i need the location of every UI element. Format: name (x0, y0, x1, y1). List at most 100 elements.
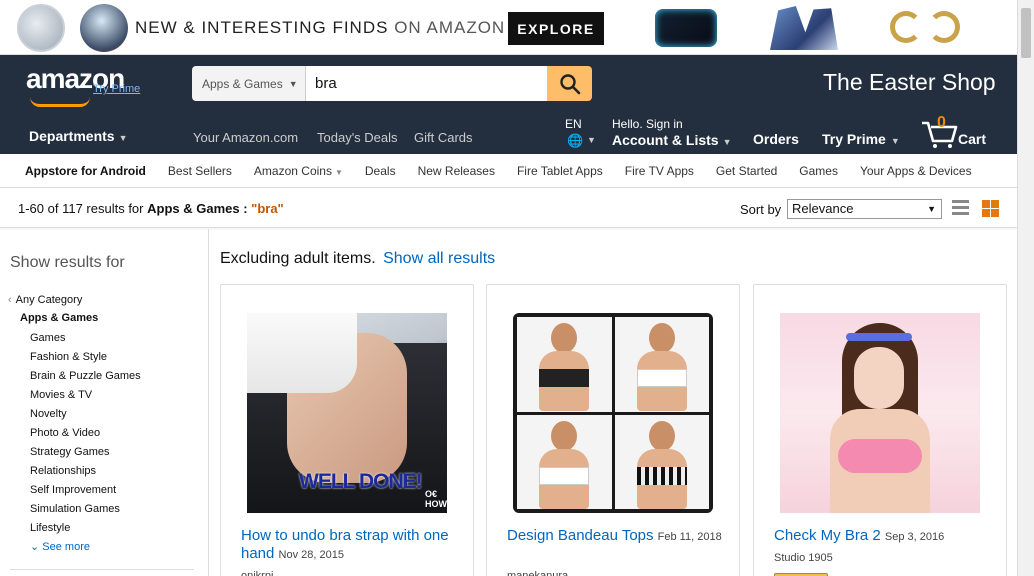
subnav-amazon-coins[interactable]: Amazon Coins ▼ (243, 164, 354, 178)
see-more-link[interactable]: ⌄ See more (30, 540, 90, 553)
shirt-shape (247, 313, 357, 393)
excluding-text: Excluding adult items. (220, 250, 376, 267)
subnav-deals[interactable]: Deals (354, 164, 407, 178)
product-image[interactable] (780, 313, 980, 513)
scrollbar-thumb[interactable] (1021, 8, 1031, 58)
garment-shape (838, 439, 922, 473)
caret-down-icon: ▼ (334, 167, 343, 177)
subcategory-item[interactable]: Simulation Games (30, 502, 141, 521)
sort-value: Relevance (792, 201, 854, 216)
product-image[interactable]: WELL DONE! O€ HOWTO (247, 313, 447, 513)
cart-link[interactable]: 0 Cart (920, 114, 990, 149)
cart-count: 0 (937, 114, 946, 131)
subnav-appstore-android[interactable]: Appstore for Android (0, 164, 157, 178)
product-title-block: Design Bandeau Tops Feb 11, 2018 (507, 527, 731, 546)
current-category: Apps & Games (20, 312, 99, 324)
logo-try-prime-link[interactable]: Try Prime (93, 83, 140, 95)
cart-label: Cart (958, 131, 987, 147)
nav-link-gift-cards[interactable]: Gift Cards (414, 130, 473, 145)
departments-menu[interactable]: Departments ▼ (29, 128, 128, 144)
results-separator: : (239, 201, 252, 216)
product-publisher: manekanura (507, 570, 569, 576)
sign-in-greeting: Hello. Sign in (612, 117, 683, 131)
product-image[interactable] (513, 313, 713, 513)
geode-product-image (770, 6, 838, 50)
subnav-get-started[interactable]: Get Started (705, 164, 788, 178)
sort-select[interactable]: Relevance ▼ (787, 199, 942, 219)
try-prime-menu[interactable]: Try Prime ▼ (822, 131, 900, 147)
product-title-link[interactable]: Check My Bra 2 (774, 527, 881, 544)
subnav-fire-tv-apps[interactable]: Fire TV Apps (614, 164, 705, 178)
subcategory-item[interactable]: Lifestyle (30, 521, 141, 540)
subnav-best-sellers[interactable]: Best Sellers (157, 164, 243, 178)
search-button[interactable] (547, 66, 592, 101)
vertical-scrollbar[interactable] (1017, 0, 1034, 576)
results-range: 1-60 of 117 results for (18, 201, 148, 216)
clock-product-image (17, 4, 65, 52)
subcategory-item[interactable]: Relationships (30, 464, 141, 483)
appstore-subnav: Appstore for Android Best Sellers Amazon… (0, 154, 1017, 188)
chevron-down-icon: ⌄ (30, 541, 43, 553)
product-title-link[interactable]: Design Bandeau Tops (507, 527, 654, 544)
orders-link[interactable]: Orders (753, 131, 799, 147)
hoop-earring-left (890, 11, 922, 43)
product-date: Feb 11, 2018 (657, 531, 722, 543)
subcategory-item[interactable]: Self Improvement (30, 483, 141, 502)
image-tile (517, 414, 612, 509)
any-category-link[interactable]: ‹ Any Category (8, 294, 82, 306)
image-brand-mark: O€ HOWTO (425, 489, 447, 509)
subcategory-item[interactable]: Brain & Puzzle Games (30, 369, 141, 388)
search-input[interactable] (306, 66, 547, 101)
face-shape (854, 347, 904, 409)
subcategory-item[interactable]: Fashion & Style (30, 350, 141, 369)
sidebar-heading: Show results for (10, 254, 125, 271)
subcategory-item[interactable]: Strategy Games (30, 445, 141, 464)
page-content: NEW & INTERESTING FINDS ON AMAZON EXPLOR… (0, 0, 1017, 576)
nav-link-todays-deals[interactable]: Today's Deals (317, 130, 398, 145)
caret-down-icon: ▼ (118, 133, 128, 143)
product-date: Sep 3, 2016 (884, 531, 945, 543)
search-category-select[interactable]: Apps & Games ▼ (192, 66, 306, 101)
hoop-earring-right (928, 11, 960, 43)
list-view-icon[interactable] (952, 200, 969, 216)
nav-link-your-amazon[interactable]: Your Amazon.com (193, 130, 298, 145)
product-title-block: How to undo bra strap with one hand Nov … (241, 527, 465, 564)
promo-text: NEW & INTERESTING FINDS ON AMAZON (135, 18, 505, 38)
language-selector[interactable]: EN 🌐 ▼ (565, 117, 596, 148)
show-all-results-link[interactable]: Show all results (383, 250, 495, 267)
see-more-label: See more (42, 541, 90, 553)
search-bar: Apps & Games ▼ (192, 66, 592, 101)
snowglobe-product-image (80, 4, 128, 52)
amazon-search-page: NEW & INTERESTING FINDS ON AMAZON EXPLOR… (0, 0, 1034, 576)
image-tile (614, 317, 709, 412)
subcategory-item[interactable]: Photo & Video (30, 426, 141, 445)
product-title-link[interactable]: How to undo bra strap with one hand (241, 527, 449, 562)
subnav-fire-tablet-apps[interactable]: Fire Tablet Apps (506, 164, 614, 178)
chevron-left-icon: ‹ (8, 294, 12, 306)
promo-text-light: ON AMAZON (394, 18, 506, 37)
subcategory-item[interactable]: Movies & TV (30, 388, 141, 407)
subnav-new-releases[interactable]: New Releases (407, 164, 506, 178)
subnav-games[interactable]: Games (788, 164, 849, 178)
product-card: Check My Bra 2 Sep 3, 2016 Studio 1905 (753, 284, 1007, 576)
promo-text-bold: NEW & INTERESTING FINDS (135, 18, 389, 37)
language-code: EN (565, 117, 582, 131)
results-count: 1-60 of 117 results for Apps & Games : "… (18, 201, 284, 216)
caret-down-icon: ▼ (722, 137, 732, 147)
caret-down-icon: ▼ (890, 136, 900, 146)
product-title-block: Check My Bra 2 Sep 3, 2016 (774, 527, 998, 546)
grid-view-icon[interactable] (982, 200, 999, 217)
departments-label: Departments (29, 128, 115, 144)
explore-button[interactable]: EXPLORE (508, 12, 604, 45)
subnav-your-apps-devices[interactable]: Your Apps & Devices (849, 164, 983, 178)
account-menu[interactable]: Hello. Sign in Account & Lists ▼ (612, 117, 732, 148)
subcategory-item[interactable]: Games (30, 331, 141, 350)
easter-shop-link[interactable]: The Easter Shop (823, 69, 996, 96)
product-card: WELL DONE! O€ HOWTO How to undo bra stra… (220, 284, 474, 576)
promo-banner[interactable]: NEW & INTERESTING FINDS ON AMAZON EXPLOR… (0, 0, 1017, 55)
chevron-down-icon: ▼ (927, 204, 936, 214)
results-category: Apps & Games (147, 201, 240, 216)
product-publisher: Studio 1905 (774, 552, 833, 564)
earrings-product-image (890, 9, 966, 47)
subcategory-item[interactable]: Novelty (30, 407, 141, 426)
